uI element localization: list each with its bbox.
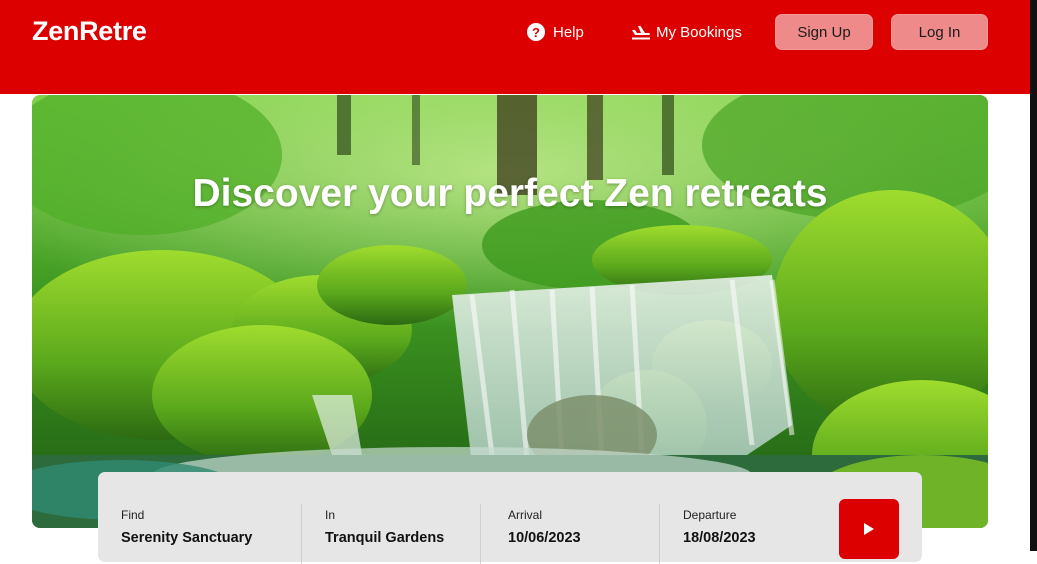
- log-in-button[interactable]: Log In: [891, 14, 988, 50]
- hero-title: Discover your perfect Zen retreats: [192, 172, 828, 215]
- top-header: ZenRetre ? Help My Bookings Sign Up Log …: [0, 0, 1030, 94]
- play-arrow-icon: [864, 523, 874, 535]
- search-button[interactable]: [839, 499, 899, 559]
- sign-up-button[interactable]: Sign Up: [775, 14, 873, 50]
- logo[interactable]: ZenRetre: [32, 16, 147, 47]
- arrival-field[interactable]: Arrival 10/06/2023: [508, 508, 581, 546]
- departure-field[interactable]: Departure 18/08/2023: [683, 508, 756, 546]
- hero-image: [32, 95, 988, 528]
- my-bookings-link[interactable]: My Bookings: [631, 20, 742, 44]
- my-bookings-label: My Bookings: [656, 23, 742, 41]
- question-circle-icon: ?: [527, 23, 545, 41]
- help-label: Help: [553, 23, 584, 41]
- location-field[interactable]: In Tranquil Gardens: [325, 508, 444, 546]
- departure-value[interactable]: 18/08/2023: [683, 530, 756, 546]
- find-field[interactable]: Find Serenity Sanctuary: [121, 508, 252, 546]
- hero-banner: [32, 95, 988, 528]
- help-link[interactable]: ? Help: [527, 20, 584, 44]
- arrival-value[interactable]: 10/06/2023: [508, 530, 581, 546]
- arrival-label: Arrival: [508, 508, 543, 522]
- find-label: Find: [121, 508, 145, 522]
- divider: [301, 504, 302, 564]
- departure-label: Departure: [683, 508, 737, 522]
- divider: [480, 504, 481, 564]
- window-edge: [1030, 0, 1037, 551]
- find-value[interactable]: Serenity Sanctuary: [121, 530, 252, 546]
- divider: [659, 504, 660, 564]
- plane-landing-icon: [632, 26, 650, 40]
- location-value[interactable]: Tranquil Gardens: [325, 530, 444, 546]
- search-panel: Find Serenity Sanctuary In Tranquil Gard…: [98, 472, 922, 564]
- location-label: In: [325, 508, 336, 522]
